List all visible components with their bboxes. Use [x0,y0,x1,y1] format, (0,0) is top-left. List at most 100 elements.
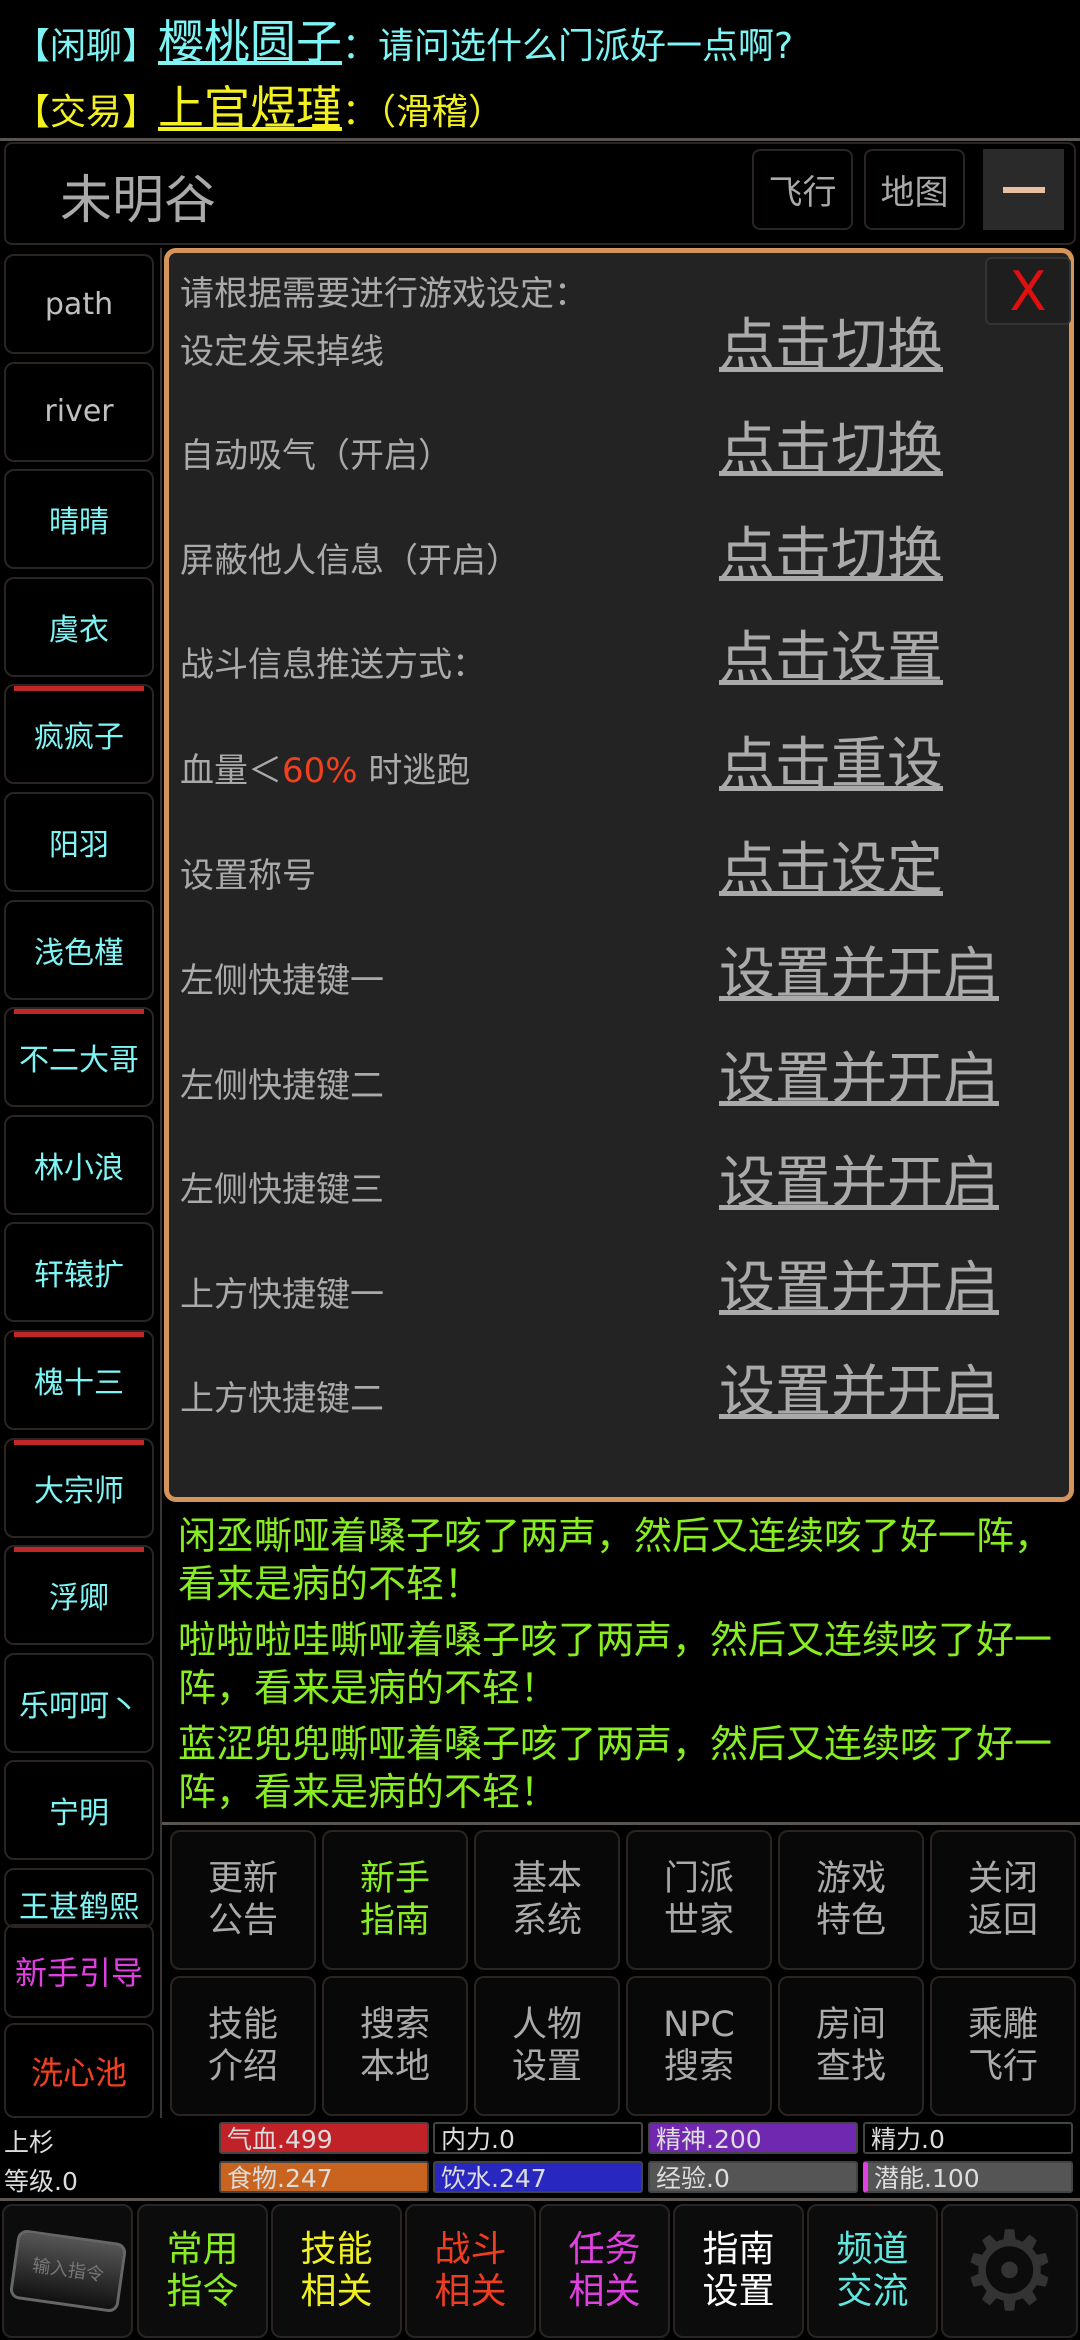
line2: 特色 [815,1901,886,1941]
fly-button[interactable]: 飞行 [752,149,853,230]
line2: 系统 [511,1901,582,1941]
menu-button[interactable]: 乘雕 飞行 [930,1976,1076,2116]
menu-label: 新手 指南 [360,1858,430,1942]
menu-label: 人物 设置 [512,2004,582,2088]
chat-line-idle: 【闲聊】樱桃圆子：请问选什么门派好一点啊? [14,6,793,72]
gear-icon: ⚙ [960,2207,1059,2335]
line1: 战斗 [434,2229,507,2270]
player-name: 不二大哥 [19,1043,139,1079]
player-list-item[interactable]: 大宗师 [4,1437,154,1538]
setting-label: 上方快捷键一 [180,1275,384,1315]
stat-bar: 内力.0 [433,2122,643,2154]
player-list-item[interactable]: river [4,361,154,462]
line2: 交流 [836,2271,909,2312]
player-name: 晴晴 [49,505,109,541]
settings-gear-button[interactable]: ⚙ [941,2204,1078,2338]
line2: 指南 [359,1901,430,1941]
player-name-link[interactable]: 樱桃圆子 [158,15,342,69]
menu-button[interactable]: 技能 介绍 [170,1976,316,2116]
status-bar [14,1439,144,1445]
chat-message: 请问选什么门派好一点啊? [378,26,794,67]
character-level: 等级.0 [4,2167,78,2196]
stat-bar: 经验.0 [648,2161,858,2193]
player-list-item[interactable]: 虞衣 [4,576,154,677]
player-list-item[interactable]: 疯疯子 [4,684,154,785]
setting-action-link[interactable]: 设置并开启 [719,1138,999,1219]
line1: 游戏 [815,1859,886,1899]
player-name-link[interactable]: 上官煜瑾 [158,81,342,135]
setting-action-link[interactable]: 点击切换 [719,404,943,485]
menu-button[interactable]: 更新 公告 [170,1830,316,1970]
nav-label: 战斗 相关 [434,2229,506,2313]
player-name: 浅色槿 [34,935,124,971]
line2: 本地 [359,2047,430,2087]
menu-label: 基本 系统 [512,1858,582,1942]
line2: 相关 [568,2271,641,2312]
menu-button[interactable]: NPC 搜索 [626,1976,772,2116]
menu-button[interactable]: 新手 指南 [322,1830,468,1970]
setting-action-link[interactable]: 设置并开启 [719,1347,999,1428]
player-list-item[interactable]: 宁明 [4,1760,154,1861]
player-name: 虞衣 [49,612,109,648]
status-bar [14,1332,144,1337]
setting-action-link[interactable]: 点击设置 [719,613,943,694]
line1: 技能 [207,2005,278,2045]
player-name: 乐呵呵丶 [19,1688,139,1724]
bottom-nav-button[interactable]: 常用 指令 [137,2204,268,2338]
player-list-item[interactable]: 轩辕扩 [4,1222,154,1323]
collapse-button[interactable] [983,149,1064,230]
bottom-nav-button[interactable]: 战斗 相关 [405,2204,536,2338]
player-list-item[interactable]: 浅色槿 [4,899,154,1000]
close-button[interactable]: X [985,257,1071,325]
label: 新手引导 [14,1954,143,1992]
setting-action-link[interactable]: 点击重设 [719,719,943,800]
map-button[interactable]: 地图 [864,149,965,230]
line1: NPC [663,2005,735,2045]
line2: 相关 [300,2271,373,2312]
line2: 指令 [166,2271,239,2312]
player-list-item[interactable]: 晴晴 [4,469,154,570]
setting-action-link[interactable]: 点击设定 [719,824,943,905]
setting-action-link[interactable]: 点击切换 [719,300,943,381]
menu-button[interactable]: 人物 设置 [474,1976,620,2116]
wash-heart-pool-button[interactable]: 洗心池 [4,2023,154,2118]
player-list-item[interactable]: 乐呵呵丶 [4,1652,154,1753]
menu-grid: 更新 公告 新手 指南 基本 系统 门派 世家 游戏 特色 关闭 返回 技能 介绍 搜索 本地 人物 设置 NPC 搜… [170,1830,1076,2116]
menu-button[interactable]: 搜索 本地 [322,1976,468,2116]
player-name: 轩辕扩 [34,1258,124,1294]
line1: 任务 [568,2229,641,2270]
input-command-button[interactable]: 输入指令 [2,2204,133,2338]
log-entry: 闲丞嘶哑着嗓子咳了两声，然后又连续咳了好一阵，看来是病的不轻！ [178,1514,1053,1606]
setting-label: 血量＜60% 时逃跑 [180,743,470,792]
bottom-nav-button[interactable]: 任务 相关 [539,2204,670,2338]
setting-action-link[interactable]: 设置并开启 [719,1034,999,1115]
player-list-item[interactable]: 浮卿 [4,1545,154,1646]
player-list-item[interactable]: 阳羽 [4,792,154,892]
setting-action-link[interactable]: 设置并开启 [719,929,999,1010]
nav-label: 任务 相关 [568,2229,640,2313]
line2: 相关 [434,2271,507,2312]
bottom-nav-button[interactable]: 技能 相关 [271,2204,402,2338]
menu-button[interactable]: 门派 世家 [626,1830,772,1970]
setting-action-link[interactable]: 设置并开启 [719,1243,999,1324]
menu-button[interactable]: 基本 系统 [474,1830,620,1970]
line1: 更新 [207,1859,278,1899]
menu-button[interactable]: 房间 查找 [778,1976,924,2116]
line2: 返回 [967,1901,1038,1941]
bottom-nav-button[interactable]: 指南 设置 [673,2204,804,2338]
setting-action-link[interactable]: 点击切换 [719,509,943,590]
bottom-nav-button[interactable]: 频道 交流 [807,2204,938,2338]
player-name: 阳羽 [49,828,109,863]
setting-label: 上方快捷键二 [180,1379,384,1419]
label: 洗心池 [30,2053,127,2092]
menu-button[interactable]: 关闭 返回 [930,1830,1076,1970]
player-list-item[interactable]: 王甚鹤熙 [4,1868,154,1928]
menu-button[interactable]: 游戏 特色 [778,1830,924,1970]
newbie-guide-button[interactable]: 新手引导 [4,1924,154,2018]
player-list-item[interactable]: 槐十三 [4,1330,154,1430]
line2: 世家 [663,1901,734,1941]
player-list-item[interactable]: 林小浪 [4,1114,154,1215]
player-list-item[interactable]: path [4,254,154,354]
player-name: 槐十三 [34,1366,124,1401]
player-list-item[interactable]: 不二大哥 [4,1007,154,1108]
